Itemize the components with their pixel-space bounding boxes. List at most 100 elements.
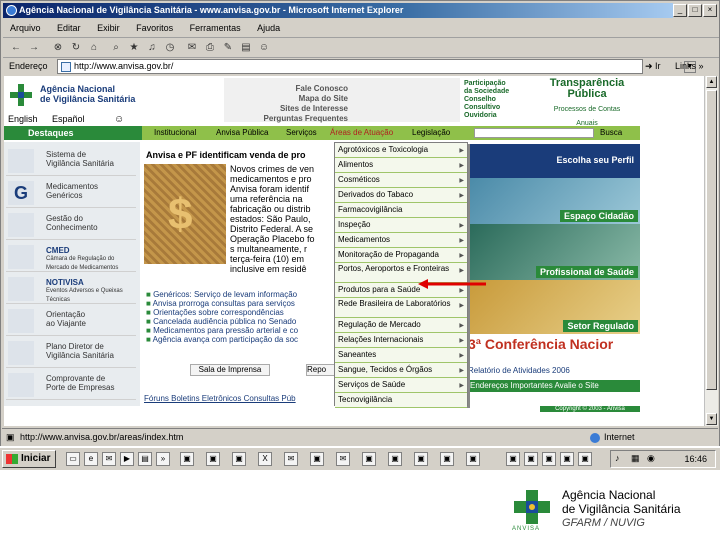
task-window-6[interactable]: ▣: [388, 452, 402, 466]
busca-button[interactable]: Busca: [600, 128, 622, 137]
lang-espanol[interactable]: Español: [52, 114, 85, 124]
participacao-block[interactable]: Participação da Sociedade Conselho Consu…: [464, 80, 509, 120]
media-player-icon[interactable]: ▶: [120, 452, 134, 466]
task-mail-2[interactable]: ✉: [336, 452, 350, 466]
espaco-cidadao-banner[interactable]: Espaço Cidadão: [468, 178, 640, 224]
minimize-button[interactable]: _: [673, 4, 687, 17]
nav-anvisa-publica[interactable]: Anvisa Pública: [216, 128, 268, 137]
outlook-icon[interactable]: ✉: [102, 452, 116, 466]
task-window-10[interactable]: ▣: [506, 452, 520, 466]
messenger-icon[interactable]: ☺: [257, 41, 271, 55]
menu-item-agrotoxicos[interactable]: Agrotóxicos e Toxicologia ▶: [335, 143, 467, 158]
back-icon[interactable]: ←: [9, 41, 23, 55]
task-window-3[interactable]: ▣: [232, 452, 246, 466]
footer-links[interactable]: Fóruns Boletins Eletrônicos Consultas Pú…: [144, 394, 296, 403]
scroll-thumb[interactable]: [706, 90, 717, 390]
expand-icon[interactable]: »: [156, 452, 170, 466]
menu-item-saneantes[interactable]: Saneantes ▶: [335, 348, 467, 363]
edit-icon[interactable]: ✎: [221, 41, 235, 55]
menu-ajuda[interactable]: Ajuda: [250, 20, 287, 36]
refresh-icon[interactable]: ↻: [69, 41, 83, 55]
menu-arquivo[interactable]: Arquivo: [3, 20, 48, 36]
menu-item-propaganda[interactable]: Monitoração de Propaganda ▶: [335, 248, 467, 263]
menu-item-sangue[interactable]: Sangue, Tecidos e Órgãos ▶: [335, 363, 467, 378]
task-window-14[interactable]: ▣: [578, 452, 592, 466]
task-window-12[interactable]: ▣: [542, 452, 556, 466]
media-icon[interactable]: ♫: [145, 41, 159, 55]
fale-conosco-link[interactable]: Fale Conosco: [296, 84, 348, 93]
sidebar-item-comprovante[interactable]: Comprovante de Porte de Empresas: [6, 370, 136, 400]
nav-legislacao[interactable]: Legislação: [412, 128, 450, 137]
task-window-8[interactable]: ▣: [440, 452, 454, 466]
forward-icon[interactable]: →: [27, 41, 41, 55]
menu-item-relacoes[interactable]: Relações Internacionais ▶: [335, 333, 467, 348]
desktop-icon[interactable]: ▭: [66, 452, 80, 466]
menu-item-regulacao[interactable]: Regulação de Mercado ▶: [335, 318, 467, 333]
discuss-icon[interactable]: ▤: [239, 41, 253, 55]
transparencia-publica-banner[interactable]: Transparência Pública Processos de Conta…: [538, 78, 636, 128]
menu-item-tabaco[interactable]: Derivados do Tabaco ▶: [335, 188, 467, 203]
menu-item-cosmeticos[interactable]: Cosméticos ▶: [335, 173, 467, 188]
sidebar-item-cmed[interactable]: CMED Câmara de Regulação do Mercado de Me…: [6, 242, 136, 272]
scroll-up-icon[interactable]: ▲: [706, 76, 717, 88]
menu-item-servicos-saude[interactable]: Serviços de Saúde ▶: [335, 378, 467, 393]
task-window-2[interactable]: ▣: [206, 452, 220, 466]
task-window-9[interactable]: ▣: [466, 452, 480, 466]
task-excel[interactable]: X: [258, 452, 272, 466]
menu-item-farmacovigilancia[interactable]: Farmacovigilância: [335, 203, 467, 218]
home-icon[interactable]: ⌂: [87, 41, 101, 55]
close-button[interactable]: ×: [703, 4, 717, 17]
ie-quicklaunch-icon[interactable]: e: [84, 452, 98, 466]
menu-item-inspecao[interactable]: Inspeção ▶: [335, 218, 467, 233]
mapa-site-link[interactable]: Mapa do Site: [299, 94, 348, 103]
menu-item-rede-laboratorios[interactable]: Rede Brasileira de Laboratórios ▶: [335, 298, 467, 318]
menu-exibir[interactable]: Exibir: [90, 20, 127, 36]
enderecos-bar[interactable]: Endereços Importantes Avalie o Site: [468, 380, 640, 392]
address-input[interactable]: http://www.anvisa.gov.br/ ▼: [57, 59, 696, 74]
lang-english[interactable]: English: [8, 114, 38, 124]
links-button[interactable]: Links »: [675, 61, 704, 71]
menu-item-medicamentos[interactable]: Medicamentos ▶: [335, 233, 467, 248]
task-window-11[interactable]: ▣: [524, 452, 538, 466]
conferencia-banner[interactable]: 3ª Conferência Nacior: [468, 336, 613, 352]
history-icon[interactable]: ◷: [163, 41, 177, 55]
nav-areas-atuacao[interactable]: Áreas de Atuação: [330, 128, 393, 137]
sites-interesse-link[interactable]: Sites de Interesse: [280, 104, 348, 113]
sidebar-item-sistema[interactable]: Sistema de Vigilância Sanitária: [6, 146, 136, 176]
task-window-13[interactable]: ▣: [560, 452, 574, 466]
repo-button[interactable]: Repo: [306, 364, 336, 376]
news-headline[interactable]: Anvisa e PF identificam venda de pro: [146, 150, 306, 160]
print-icon[interactable]: ⎙: [203, 41, 217, 55]
profissional-saude-banner[interactable]: Profissional de Saúde: [468, 224, 640, 280]
sidebar-item-plano-diretor[interactable]: Plano Diretor de Vigilância Sanitária: [6, 338, 136, 368]
folder-icon[interactable]: ▤: [138, 452, 152, 466]
start-button[interactable]: Iniciar: [2, 450, 56, 468]
task-window-5[interactable]: ▣: [362, 452, 376, 466]
nav-institucional[interactable]: Institucional: [154, 128, 196, 137]
menu-favoritos[interactable]: Favoritos: [129, 20, 180, 36]
go-button[interactable]: ➜ Ir: [645, 61, 661, 72]
stop-icon[interactable]: ⊗: [51, 41, 65, 55]
menu-item-tecnovigilancia[interactable]: Tecnovigilância: [335, 393, 467, 408]
sala-imprensa-button[interactable]: Sala de Imprensa: [190, 364, 270, 376]
network-icon[interactable]: ▦: [631, 453, 640, 464]
menu-item-alimentos[interactable]: Alimentos ▶: [335, 158, 467, 173]
task-window-4[interactable]: ▣: [310, 452, 324, 466]
search-icon[interactable]: ⌕: [109, 41, 123, 55]
antivirus-icon[interactable]: ◉: [647, 453, 655, 464]
task-mail[interactable]: ✉: [284, 452, 298, 466]
menu-ferramentas[interactable]: Ferramentas: [183, 20, 248, 36]
vertical-scrollbar[interactable]: ▲ ▼: [704, 76, 718, 426]
sidebar-item-notivisa[interactable]: NOTIVISA Eventos Adversos e Queixas Técni…: [6, 274, 136, 304]
nav-servicos[interactable]: Serviços: [286, 128, 317, 137]
menu-editar[interactable]: Editar: [50, 20, 88, 36]
sidebar-item-gestao[interactable]: Gestão do Conhecimento: [6, 210, 136, 240]
sidebar-item-viajante[interactable]: Orientação ao Viajante: [6, 306, 136, 336]
volume-icon[interactable]: ♪: [615, 453, 620, 463]
favorites-icon[interactable]: ★: [127, 41, 141, 55]
perguntas-link[interactable]: Perguntas Frequentes: [264, 114, 348, 123]
mail-icon[interactable]: ✉: [185, 41, 199, 55]
scroll-down-icon[interactable]: ▼: [706, 413, 717, 425]
destaques-tab[interactable]: Destaques: [4, 126, 142, 140]
task-window-7[interactable]: ▣: [414, 452, 428, 466]
